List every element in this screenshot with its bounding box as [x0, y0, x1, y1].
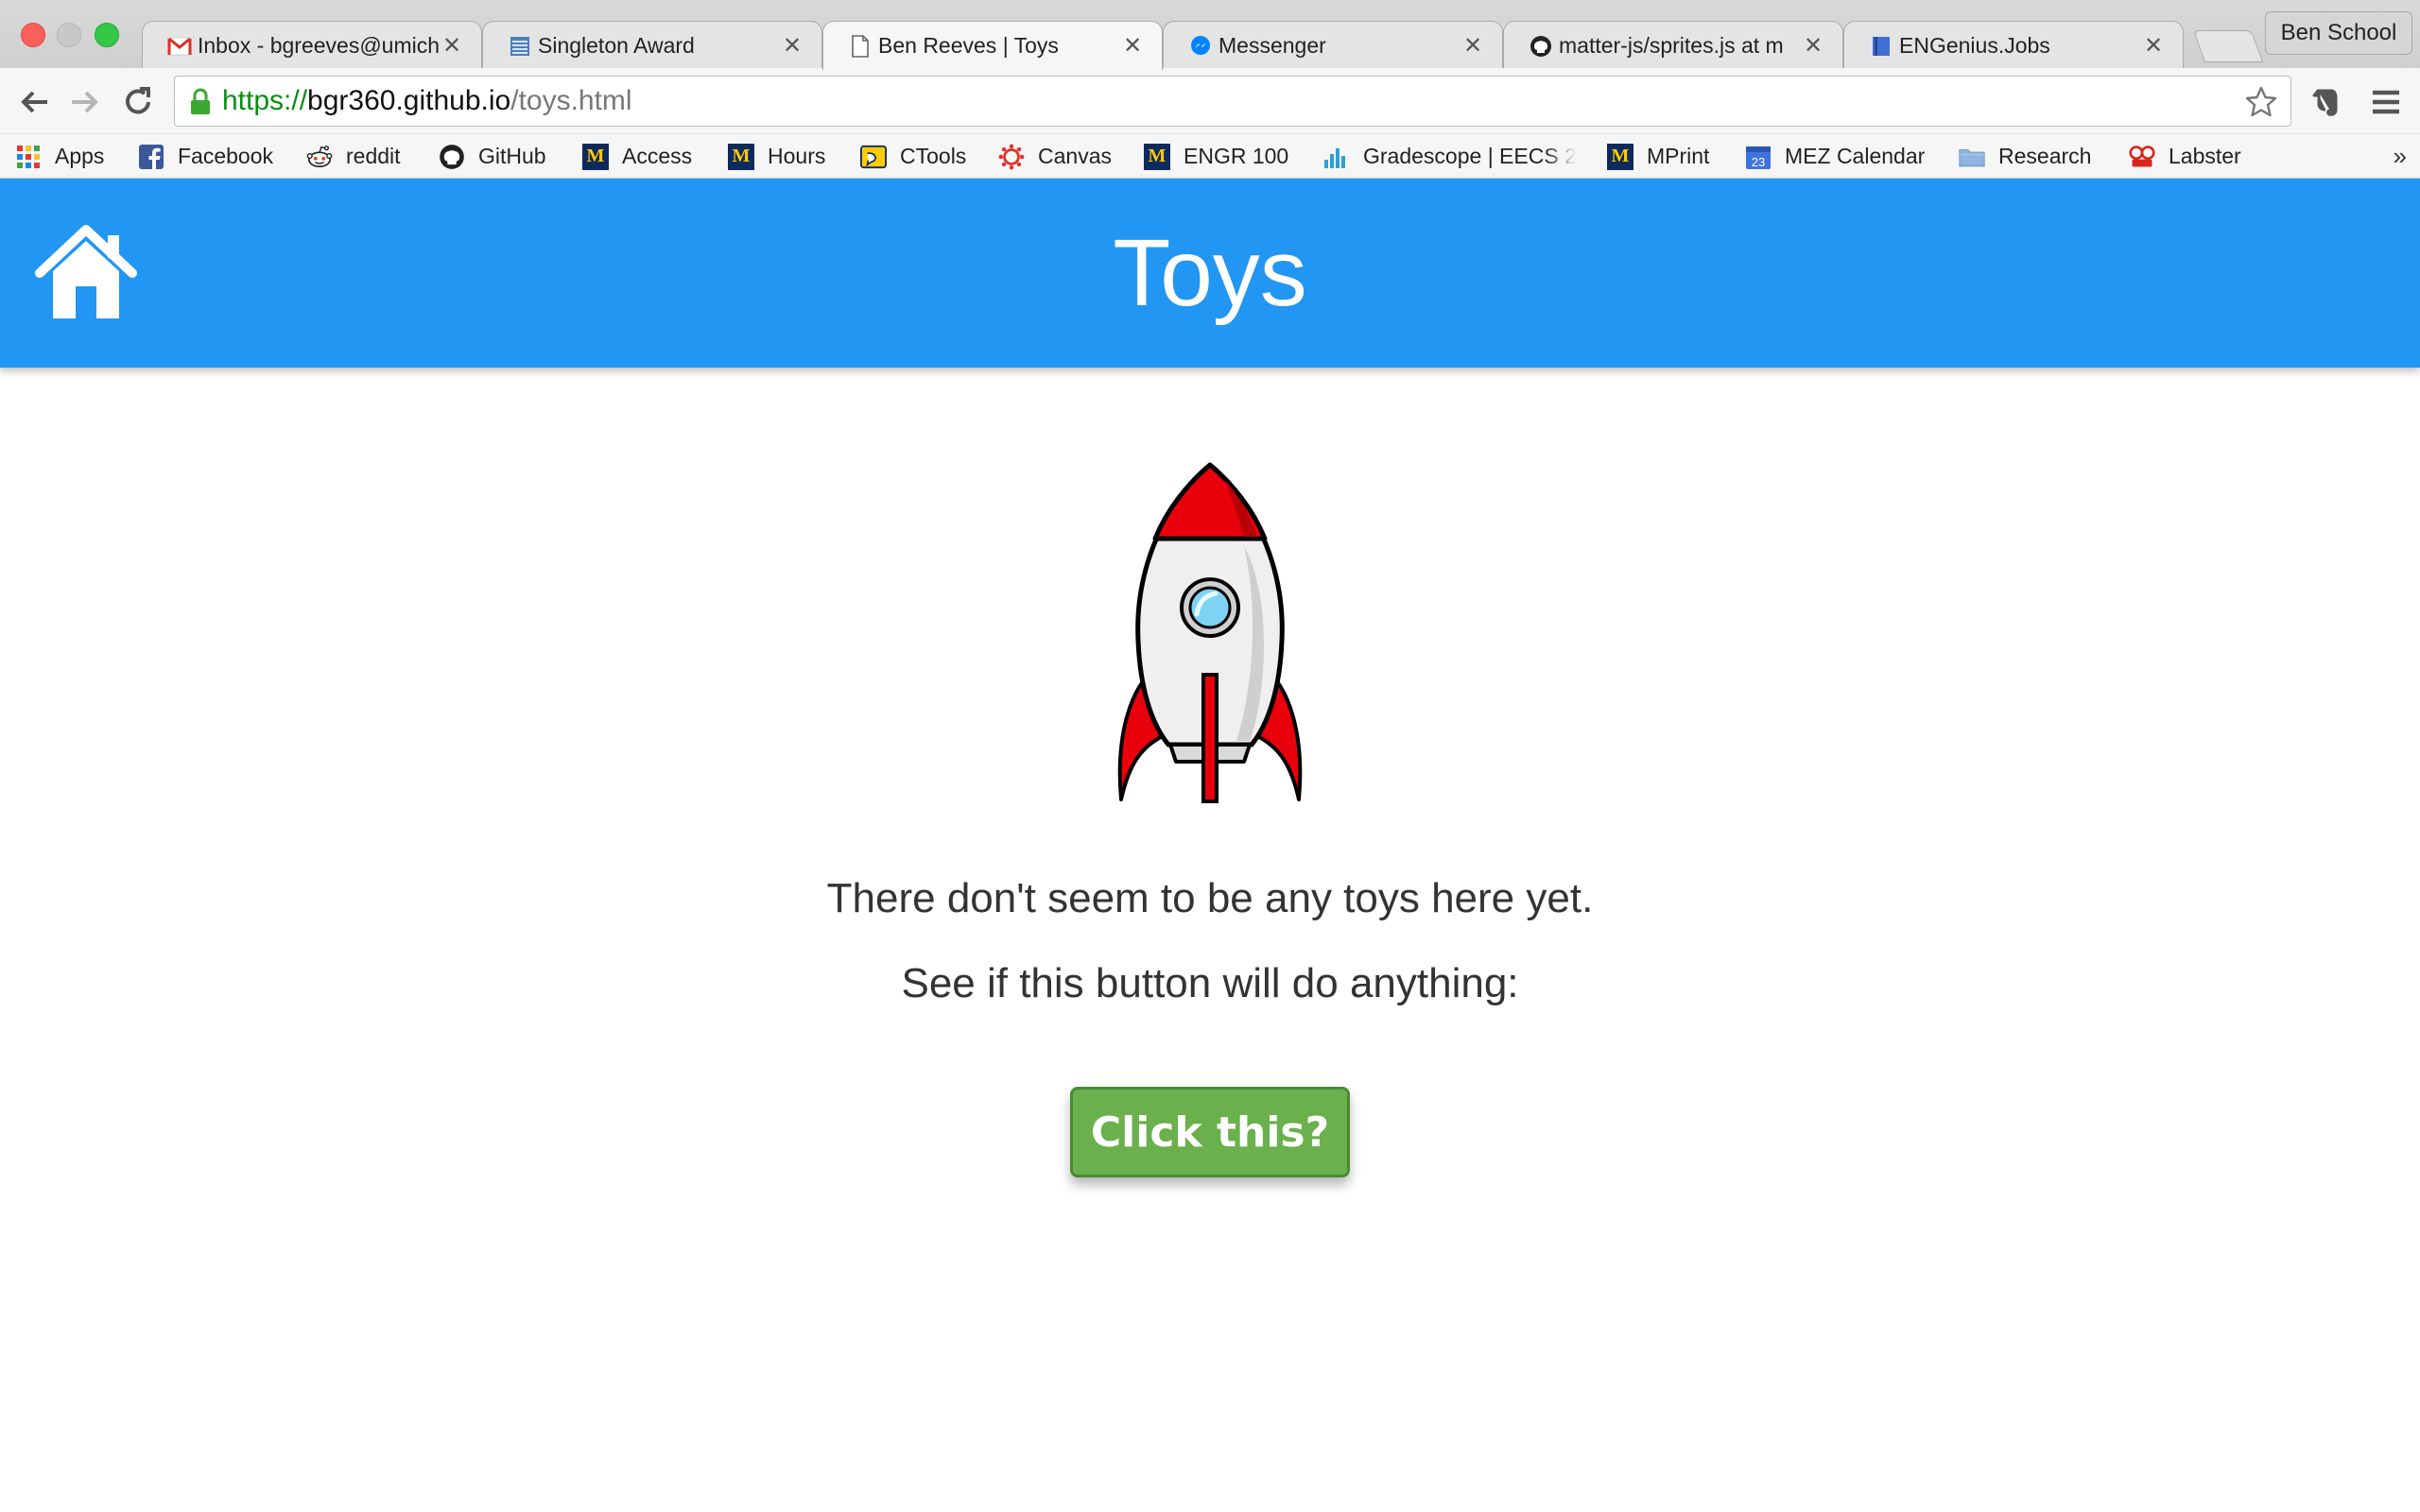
- back-arrow-icon[interactable]: [15, 83, 53, 121]
- bookmark-canvas[interactable]: Canvas: [998, 134, 1112, 179]
- url-path: /toys.html: [510, 85, 632, 116]
- bookmark-hours[interactable]: M Hours: [728, 134, 825, 179]
- bookmark-label: Facebook: [178, 144, 274, 168]
- empty-state-message: There don't seem to be any toys here yet…: [826, 875, 1594, 921]
- tab-ben-reeves-toys[interactable]: Ben Reeves | Toys ✕: [822, 21, 1163, 70]
- labster-icon: [2129, 144, 2155, 170]
- bookmark-reddit[interactable]: reddit: [306, 134, 401, 179]
- tab-title: ENGenius.Jobs: [1899, 33, 2050, 58]
- bookmark-label: Gradescope | EECS 2: [1363, 144, 1577, 168]
- bookmark-label: Hours: [768, 144, 826, 168]
- tab-close-icon[interactable]: ✕: [782, 32, 803, 60]
- tab-close-icon[interactable]: ✕: [441, 32, 462, 60]
- window-zoom-button[interactable]: [95, 23, 119, 47]
- page-icon: [848, 34, 873, 59]
- gradescope-icon: [1323, 144, 1350, 170]
- bookmark-ctools[interactable]: CTools: [860, 134, 966, 179]
- book-icon: [1869, 34, 1893, 59]
- tab-matter-js[interactable]: matter-js/sprites.js at m ✕: [1503, 21, 1843, 70]
- bookmark-apps[interactable]: Apps: [15, 134, 104, 179]
- bookmark-labster[interactable]: Labster: [2129, 134, 2241, 179]
- new-tab-button[interactable]: [2192, 30, 2264, 62]
- bookmark-mprint[interactable]: M MPrint: [1607, 134, 1709, 179]
- forward-arrow-icon[interactable]: [66, 83, 104, 121]
- bookmark-facebook[interactable]: Facebook: [138, 134, 273, 179]
- facebook-icon: [138, 144, 164, 170]
- page-title: Toys: [1113, 220, 1307, 326]
- tab-close-icon[interactable]: ✕: [1462, 32, 1483, 60]
- address-bar[interactable]: https://bgr360.github.io/toys.html: [174, 76, 2291, 127]
- bookmark-label: GitHub: [478, 144, 546, 168]
- tab-title: matter-js/sprites.js at m: [1559, 33, 1784, 58]
- bookmark-label: reddit: [346, 144, 401, 168]
- bookmark-gradescope[interactable]: Gradescope | EECS 2: [1323, 134, 1577, 179]
- bookmark-engr-100[interactable]: M ENGR 100: [1144, 134, 1288, 179]
- evernote-extension-icon[interactable]: [2308, 85, 2342, 119]
- tab-engenius-jobs[interactable]: ENGenius.Jobs ✕: [1843, 21, 2184, 70]
- reddit-icon: [306, 144, 333, 170]
- github-icon: [1529, 34, 1553, 59]
- bookmark-access[interactable]: M Access: [582, 134, 692, 179]
- bookmark-mez-calendar[interactable]: 23 MEZ Calendar: [1745, 134, 1925, 179]
- bookmarks-bar: Apps Facebook reddit GitHub M Access M H…: [0, 134, 2420, 179]
- page-header: Toys: [0, 179, 2420, 368]
- tab-inbox[interactable]: Inbox - bgreeves@umich ✕: [142, 21, 482, 70]
- bookmark-label: ENGR 100: [1184, 144, 1289, 168]
- url-scheme: https://: [222, 85, 308, 116]
- tab-close-icon[interactable]: ✕: [1803, 32, 1824, 60]
- tab-title: Ben Reeves | Toys: [878, 33, 1059, 58]
- bookmark-label: Research: [1998, 144, 2092, 168]
- bookmark-research[interactable]: Research: [1959, 134, 2091, 179]
- bookmark-label: MPrint: [1647, 144, 1710, 168]
- tab-singleton-award[interactable]: Singleton Award ✕: [482, 21, 822, 70]
- messenger-icon: [1188, 34, 1213, 59]
- bookmark-star-icon[interactable]: [2243, 84, 2279, 120]
- more-bookmarks-chevron-icon[interactable]: »: [2394, 142, 2407, 171]
- michigan-m-icon: M: [1144, 143, 1170, 170]
- calendar-day: 23: [1752, 155, 1765, 169]
- browser-tab-strip: Inbox - bgreeves@umich ✕ Singleton Award…: [0, 0, 2420, 70]
- bookmark-label: Labster: [2169, 144, 2241, 168]
- url-host: bgr360.github.io: [307, 85, 511, 116]
- tab-close-icon[interactable]: ✕: [2143, 32, 2164, 60]
- bookmark-label: Canvas: [1038, 144, 1112, 168]
- bookmark-label: CTools: [900, 144, 967, 168]
- tab-title: Inbox - bgreeves@umich: [198, 33, 441, 58]
- tab-close-icon[interactable]: ✕: [1122, 32, 1143, 60]
- window-close-button[interactable]: [21, 23, 45, 47]
- menu-hamburger-icon[interactable]: [2369, 85, 2403, 119]
- window-minimize-button[interactable]: [57, 23, 81, 47]
- rocket-illustration: [1112, 461, 1308, 805]
- lock-icon: [188, 88, 213, 116]
- bookmark-github[interactable]: GitHub: [439, 134, 546, 179]
- michigan-m-icon: M: [582, 143, 609, 170]
- ctools-icon: [860, 144, 887, 170]
- michigan-m-icon: M: [1607, 143, 1634, 170]
- apps-grid-icon: [15, 144, 42, 170]
- tab-title: Messenger: [1219, 33, 1326, 58]
- calendar-icon: 23: [1745, 144, 1772, 170]
- sheet-icon: [508, 34, 532, 59]
- browser-toolbar: https://bgr360.github.io/toys.html: [0, 68, 2420, 134]
- tab-messenger[interactable]: Messenger ✕: [1163, 21, 1503, 70]
- canvas-icon: [998, 144, 1025, 170]
- folder-icon: [1959, 144, 1985, 170]
- button-prompt-message: See if this button will do anything:: [901, 960, 1519, 1006]
- michigan-m-icon: M: [728, 143, 754, 170]
- bookmark-label: MEZ Calendar: [1785, 144, 1926, 168]
- bookmark-label: Apps: [55, 144, 105, 168]
- reload-icon[interactable]: [119, 83, 157, 121]
- profile-button[interactable]: Ben School: [2265, 11, 2412, 55]
- click-this-button[interactable]: Click this?: [1070, 1087, 1350, 1177]
- github-icon: [439, 144, 465, 170]
- tab-title: Singleton Award: [538, 33, 695, 58]
- bookmark-label: Access: [622, 144, 693, 168]
- gmail-icon: [167, 34, 192, 59]
